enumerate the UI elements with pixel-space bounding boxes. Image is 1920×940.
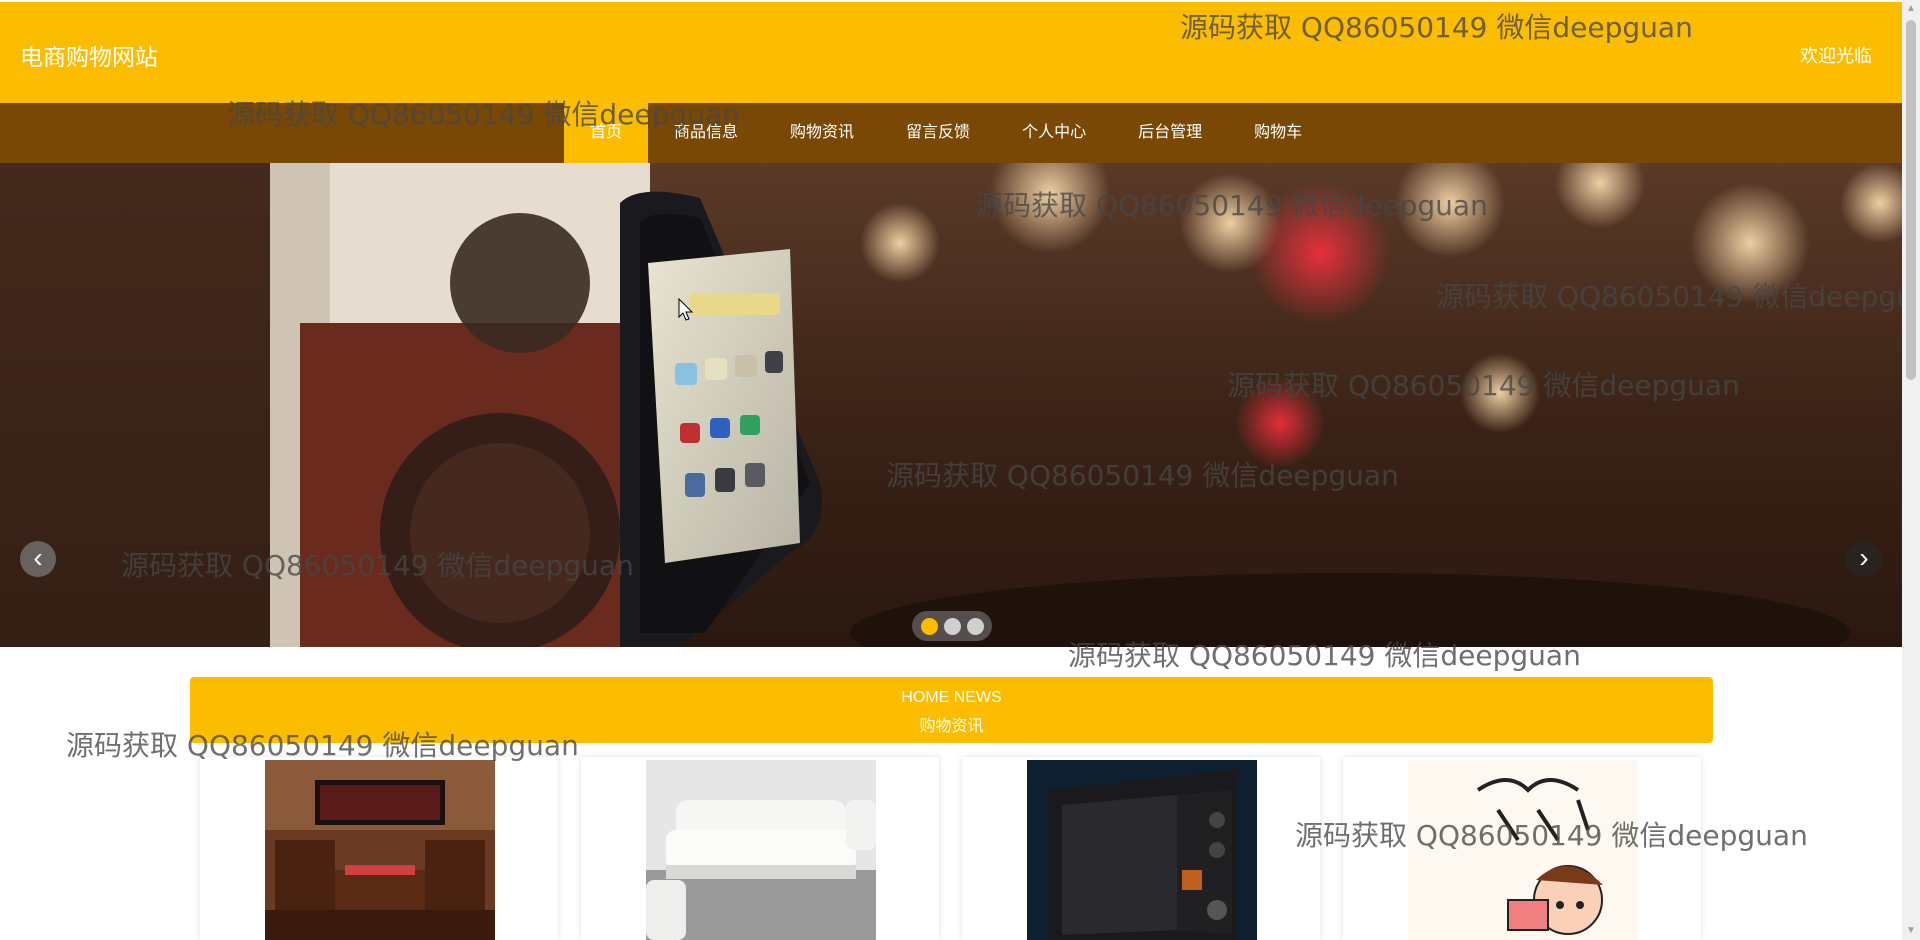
banner-carousel[interactable]: ‹ ›: [0, 163, 1902, 647]
nav-item-admin[interactable]: 后台管理: [1112, 103, 1228, 163]
nav-list: 首页 商品信息 购物资讯 留言反馈 个人中心 后台管理 购物车: [564, 103, 1328, 163]
welcome-text: 欢迎光临: [1800, 46, 1872, 66]
carousel-prev-button[interactable]: ‹: [20, 541, 56, 577]
product-card[interactable]: [581, 757, 939, 940]
product-image[interactable]: [1408, 760, 1638, 940]
home-news-header: HOME NEWS 购物资讯: [190, 677, 1713, 743]
chevron-right-icon: ›: [1859, 542, 1869, 573]
site-title[interactable]: 电商购物网站: [20, 38, 158, 72]
product-card[interactable]: [1343, 757, 1701, 940]
scroll-down-icon[interactable]: ▼: [1905, 925, 1917, 937]
nav-item-home[interactable]: 首页: [564, 103, 649, 163]
carousel-next-button[interactable]: ›: [1846, 541, 1882, 577]
nav-item-shopping-news[interactable]: 购物资讯: [764, 103, 880, 163]
carousel-dot[interactable]: [920, 617, 938, 635]
chevron-left-icon: ‹: [33, 542, 43, 573]
nav-item-user-center[interactable]: 个人中心: [996, 103, 1112, 163]
nav-item-cart[interactable]: 购物车: [1228, 103, 1328, 163]
nav-item-products[interactable]: 商品信息: [648, 103, 764, 163]
product-card[interactable]: [200, 757, 558, 940]
page: 电商购物网站 欢迎光临 首页 商品信息 购物资讯 留言反馈 个人中心 后台管理 …: [0, 0, 1902, 940]
product-image[interactable]: [646, 760, 876, 940]
carousel-dot[interactable]: [943, 617, 961, 635]
scrollbar-thumb[interactable]: [1906, 20, 1916, 380]
news-title-en: HOME NEWS: [901, 689, 1002, 706]
news-title-cn: 购物资讯: [919, 718, 984, 735]
mouse-cursor-icon: [678, 298, 694, 321]
product-card[interactable]: [962, 757, 1320, 940]
banner-image: [0, 163, 1902, 647]
carousel-indicators: [912, 611, 992, 641]
page-scrollbar[interactable]: ▲ ▼: [1902, 0, 1920, 940]
carousel-dot[interactable]: [966, 617, 984, 635]
main-nav: 首页 商品信息 购物资讯 留言反馈 个人中心 后台管理 购物车: [0, 103, 1902, 163]
product-image[interactable]: [1027, 760, 1257, 940]
scroll-up-icon[interactable]: ▲: [1905, 3, 1917, 15]
site-header: 电商购物网站 欢迎光临: [0, 2, 1902, 103]
product-image[interactable]: [265, 760, 495, 940]
nav-item-feedback[interactable]: 留言反馈: [880, 103, 996, 163]
